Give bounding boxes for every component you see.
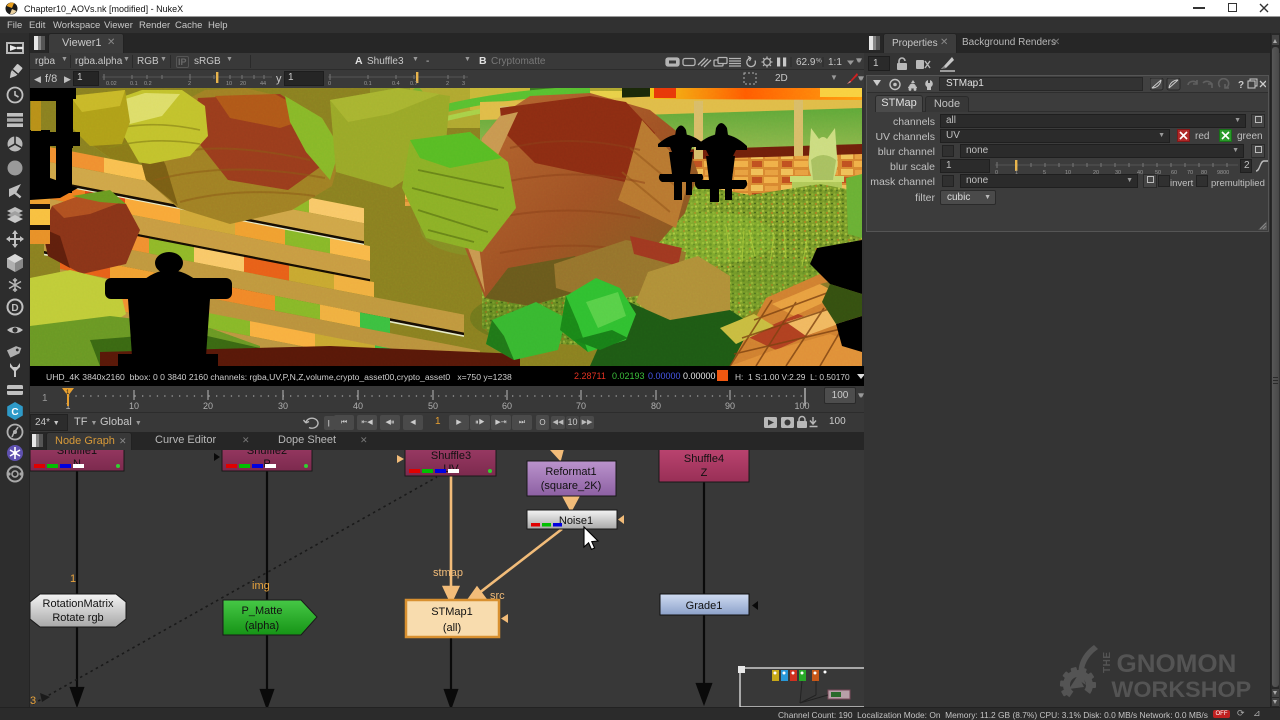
svg-text:WORKSHOP: WORKSHOP — [1111, 677, 1251, 702]
svg-text:100: 100 — [794, 401, 809, 411]
svg-text:44: 44 — [260, 81, 266, 86]
svg-text:D: D — [11, 303, 18, 314]
svg-text:0.7: 0.7 — [410, 81, 418, 86]
svg-text:0.4: 0.4 — [392, 81, 400, 86]
svg-text:40: 40 — [353, 401, 363, 411]
svg-text:C: C — [11, 407, 18, 418]
svg-text:20: 20 — [240, 81, 246, 86]
svg-text:90: 90 — [725, 401, 735, 411]
svg-text:Grade1: Grade1 — [686, 600, 723, 612]
svg-text:9800: 9800 — [1217, 170, 1229, 175]
svg-text:img: img — [252, 580, 270, 592]
svg-text:GNOMON: GNOMON — [1116, 650, 1236, 677]
svg-text:60: 60 — [1171, 170, 1177, 175]
svg-text:0.1: 0.1 — [130, 81, 138, 86]
svg-text:20: 20 — [203, 401, 213, 411]
svg-text:80: 80 — [651, 401, 661, 411]
svg-text:3: 3 — [462, 81, 465, 86]
svg-text:(alpha): (alpha) — [245, 620, 279, 632]
svg-text:STMap1: STMap1 — [431, 606, 473, 618]
svg-text:(all): (all) — [443, 622, 461, 634]
svg-text:0.02: 0.02 — [106, 81, 117, 86]
svg-text:Shuffle4: Shuffle4 — [684, 453, 724, 465]
svg-text:70: 70 — [1187, 170, 1193, 175]
svg-text:10: 10 — [129, 401, 139, 411]
svg-text:10: 10 — [226, 81, 232, 86]
svg-text:I: I — [328, 419, 331, 429]
svg-text:Noise1: Noise1 — [559, 515, 593, 527]
svg-text:Shuffle3: Shuffle3 — [431, 450, 471, 462]
svg-text:0.1: 0.1 — [364, 81, 372, 86]
svg-text:1:1: 1:1 — [828, 57, 842, 68]
svg-text:1: 1 — [70, 573, 76, 585]
svg-text:1: 1 — [42, 393, 48, 404]
svg-text:30: 30 — [278, 401, 288, 411]
svg-text:50: 50 — [428, 401, 438, 411]
svg-text:THE: THE — [1102, 652, 1113, 674]
svg-text:3: 3 — [30, 695, 36, 707]
svg-text:?: ? — [1238, 80, 1244, 91]
svg-text:stmap: stmap — [433, 567, 463, 579]
svg-text:2: 2 — [446, 81, 449, 86]
svg-text:0: 0 — [328, 81, 331, 86]
svg-text:(square_2K): (square_2K) — [541, 480, 602, 492]
svg-text:P_Matte: P_Matte — [242, 605, 283, 617]
svg-text:Reformat1: Reformat1 — [545, 466, 596, 478]
svg-text:%: % — [816, 58, 822, 65]
svg-text:70: 70 — [576, 401, 586, 411]
svg-text:2: 2 — [188, 81, 191, 86]
svg-text:62.9: 62.9 — [796, 57, 816, 68]
svg-text:RotationMatrix: RotationMatrix — [43, 598, 114, 610]
svg-text:60: 60 — [502, 401, 512, 411]
svg-text:0.2: 0.2 — [144, 81, 152, 86]
svg-text:Z: Z — [701, 467, 708, 479]
svg-text:Rotate rgb: Rotate rgb — [52, 612, 103, 624]
